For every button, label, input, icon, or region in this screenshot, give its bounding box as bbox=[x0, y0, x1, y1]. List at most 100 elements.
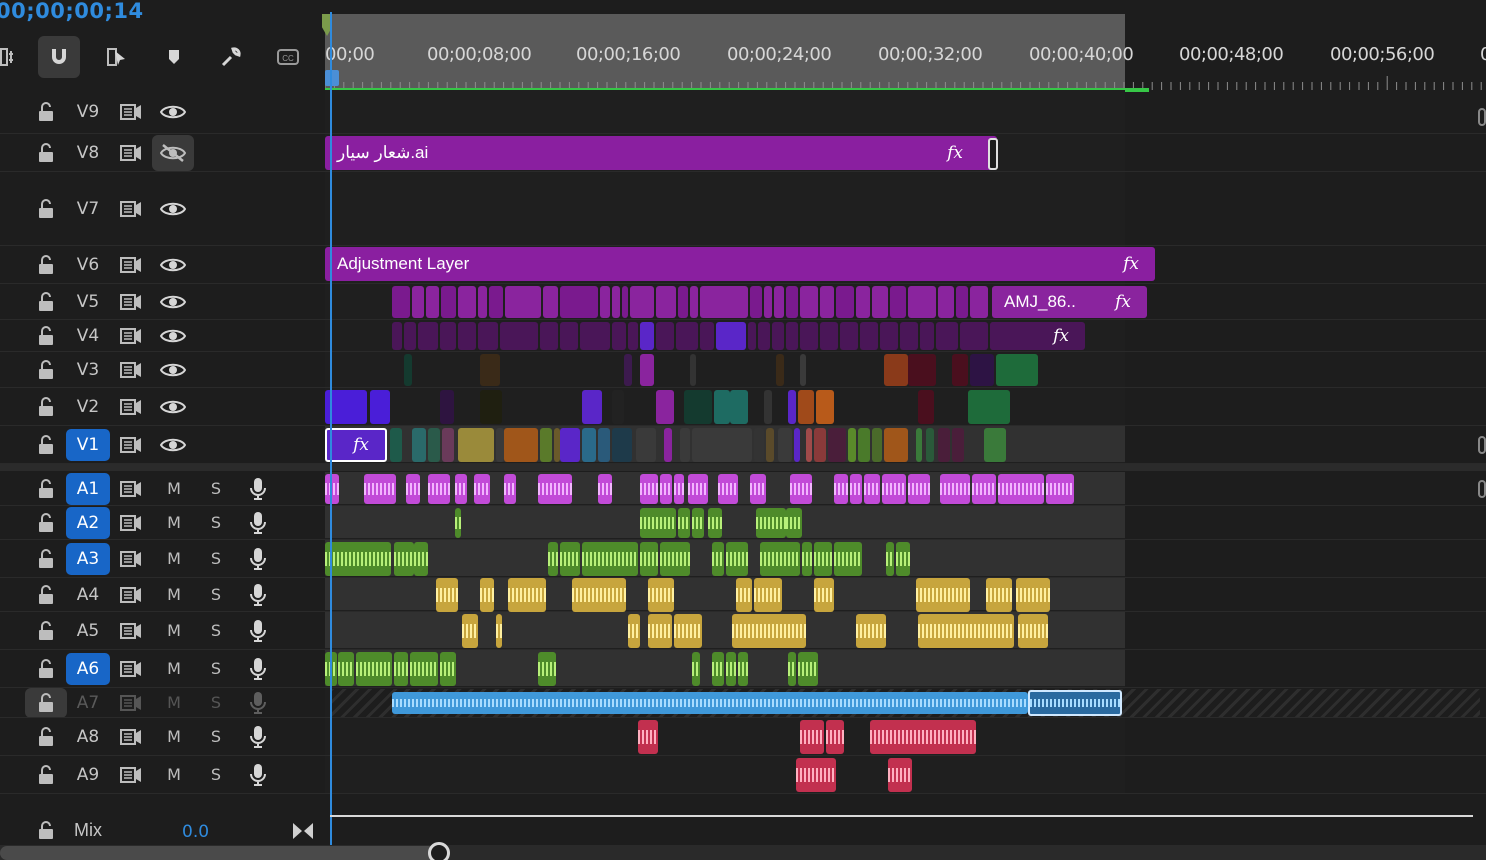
microphone-icon[interactable] bbox=[248, 547, 268, 571]
clip-v4-segment[interactable] bbox=[478, 322, 498, 350]
clip-v5-segment[interactable] bbox=[764, 286, 772, 318]
clip-v3-segment[interactable] bbox=[996, 354, 1038, 386]
clip-v1-segment[interactable] bbox=[848, 428, 856, 462]
audio-lane[interactable] bbox=[325, 718, 1125, 756]
lock-icon[interactable] bbox=[36, 143, 56, 163]
clip-v1-segment[interactable] bbox=[884, 428, 908, 462]
audio-scrollbar[interactable] bbox=[1478, 480, 1486, 498]
audio-clip-a4[interactable] bbox=[436, 578, 458, 612]
sync-lock-icon[interactable] bbox=[119, 765, 143, 785]
audio-clip-a5[interactable] bbox=[628, 614, 640, 648]
audio-clip-a3[interactable] bbox=[726, 542, 748, 576]
lock-icon[interactable] bbox=[36, 397, 56, 417]
clip-v5-segment[interactable] bbox=[956, 286, 968, 318]
audio-clip-a6[interactable] bbox=[726, 652, 736, 686]
microphone-icon[interactable] bbox=[248, 511, 268, 535]
audio-clip-a1[interactable] bbox=[325, 474, 339, 504]
audio-clip-a1[interactable] bbox=[998, 474, 1044, 504]
clip-v1-segment[interactable] bbox=[692, 428, 752, 462]
audio-clip-a1[interactable] bbox=[882, 474, 906, 504]
audio-clip-a3[interactable] bbox=[560, 542, 580, 576]
audio-clip-a2[interactable] bbox=[786, 508, 802, 538]
clip-v4-segment[interactable] bbox=[404, 322, 416, 350]
clip-v1-segment[interactable] bbox=[412, 428, 426, 462]
sync-lock-icon[interactable] bbox=[119, 255, 143, 275]
clip-v4-segment[interactable] bbox=[936, 322, 958, 350]
lock-icon[interactable] bbox=[36, 693, 56, 713]
magnet-snap-icon[interactable] bbox=[38, 36, 80, 78]
clip-v4-segment[interactable] bbox=[880, 322, 898, 350]
lock-icon[interactable] bbox=[36, 102, 56, 122]
sync-lock-icon[interactable] bbox=[119, 397, 143, 417]
sync-lock-icon[interactable] bbox=[119, 727, 143, 747]
track-target-toggle[interactable]: V1 bbox=[66, 429, 110, 461]
audio-clip-a8[interactable] bbox=[800, 720, 824, 754]
audio-clip-a1[interactable] bbox=[834, 474, 848, 504]
clip-v1-segment[interactable] bbox=[428, 428, 440, 462]
audio-clip-a1[interactable] bbox=[674, 474, 684, 504]
clip-v2-segment[interactable] bbox=[370, 390, 390, 424]
clip-v1-segment[interactable] bbox=[754, 428, 764, 462]
clip-v3-segment[interactable] bbox=[908, 354, 936, 386]
sync-lock-icon[interactable] bbox=[119, 326, 143, 346]
audio-clip-a1[interactable] bbox=[504, 474, 516, 504]
sync-lock-icon[interactable] bbox=[119, 143, 143, 163]
clip-v3-segment[interactable] bbox=[776, 354, 784, 386]
clip-v1-segment[interactable] bbox=[952, 428, 964, 462]
sync-lock-icon[interactable] bbox=[119, 549, 143, 569]
clip-v1-segment[interactable] bbox=[916, 428, 922, 462]
track-target-toggle[interactable]: A2 bbox=[66, 507, 110, 539]
audio-clip-a4[interactable] bbox=[986, 578, 1012, 612]
track-target-toggle[interactable]: A4 bbox=[66, 579, 110, 611]
clip-v1-segment[interactable] bbox=[504, 428, 538, 462]
clip-v5-segment[interactable] bbox=[412, 286, 424, 318]
go-to-end-icon[interactable] bbox=[292, 822, 314, 840]
solo-button[interactable]: S bbox=[206, 621, 226, 641]
sync-lock-icon[interactable] bbox=[119, 585, 143, 605]
clip-v1-segment[interactable] bbox=[926, 428, 934, 462]
solo-button[interactable]: S bbox=[206, 693, 226, 713]
mute-button[interactable]: M bbox=[164, 765, 184, 785]
lock-icon[interactable] bbox=[36, 199, 56, 219]
audio-clip-a8[interactable] bbox=[826, 720, 844, 754]
clip-v4-segment[interactable] bbox=[458, 322, 476, 350]
wrench-settings-icon[interactable] bbox=[210, 36, 252, 78]
microphone-icon[interactable] bbox=[248, 691, 268, 715]
audio-clip-a1[interactable] bbox=[790, 474, 812, 504]
clip-v1-segment[interactable] bbox=[872, 428, 882, 462]
audio-clip-a5[interactable] bbox=[674, 614, 702, 648]
audio-clip-a5[interactable] bbox=[1018, 614, 1048, 648]
clip-v4-segment[interactable] bbox=[500, 322, 538, 350]
video-lane[interactable] bbox=[325, 90, 1125, 134]
captions-icon[interactable]: CC bbox=[267, 36, 309, 78]
audio-clip-a6[interactable] bbox=[712, 652, 724, 686]
audio-clip-a1[interactable] bbox=[718, 474, 738, 504]
mute-button[interactable]: M bbox=[164, 693, 184, 713]
audio-clip-a5[interactable] bbox=[496, 614, 502, 648]
clip-v2-segment[interactable] bbox=[656, 390, 674, 424]
microphone-icon[interactable] bbox=[248, 583, 268, 607]
clip-v2-segment[interactable] bbox=[714, 390, 730, 424]
audio-clip-a6[interactable] bbox=[738, 652, 748, 686]
audio-clip-a1[interactable] bbox=[864, 474, 880, 504]
clip-v1-segment[interactable] bbox=[984, 428, 1006, 462]
track-target-toggle[interactable]: V8 bbox=[66, 137, 110, 169]
clip-v5-segment[interactable] bbox=[458, 286, 476, 318]
audio-clip-a4[interactable] bbox=[480, 578, 494, 612]
clip-v3-segment[interactable] bbox=[690, 354, 696, 386]
clip-v4-segment[interactable] bbox=[440, 322, 456, 350]
audio-clip-a3[interactable] bbox=[414, 542, 428, 576]
track-target-toggle[interactable]: V2 bbox=[66, 391, 110, 423]
time-ruler[interactable]: 00;00 00;00;08;00 00;00;16;00 00;00;24;00 00… bbox=[325, 14, 1486, 92]
clip-v3-segment[interactable] bbox=[640, 354, 654, 386]
clip-v1-segment[interactable] bbox=[778, 428, 792, 462]
audio-clip-a6[interactable] bbox=[538, 652, 556, 686]
audio-clip-a6[interactable] bbox=[338, 652, 354, 686]
clip-v4-segment[interactable] bbox=[960, 322, 988, 350]
sync-lock-icon[interactable] bbox=[119, 199, 143, 219]
clip-v1-segment[interactable] bbox=[458, 428, 494, 462]
sync-lock-icon[interactable] bbox=[119, 360, 143, 380]
clip-v1-segment[interactable] bbox=[766, 428, 774, 462]
eye-icon[interactable] bbox=[160, 397, 186, 417]
track-target-toggle[interactable]: A1 bbox=[66, 473, 110, 505]
